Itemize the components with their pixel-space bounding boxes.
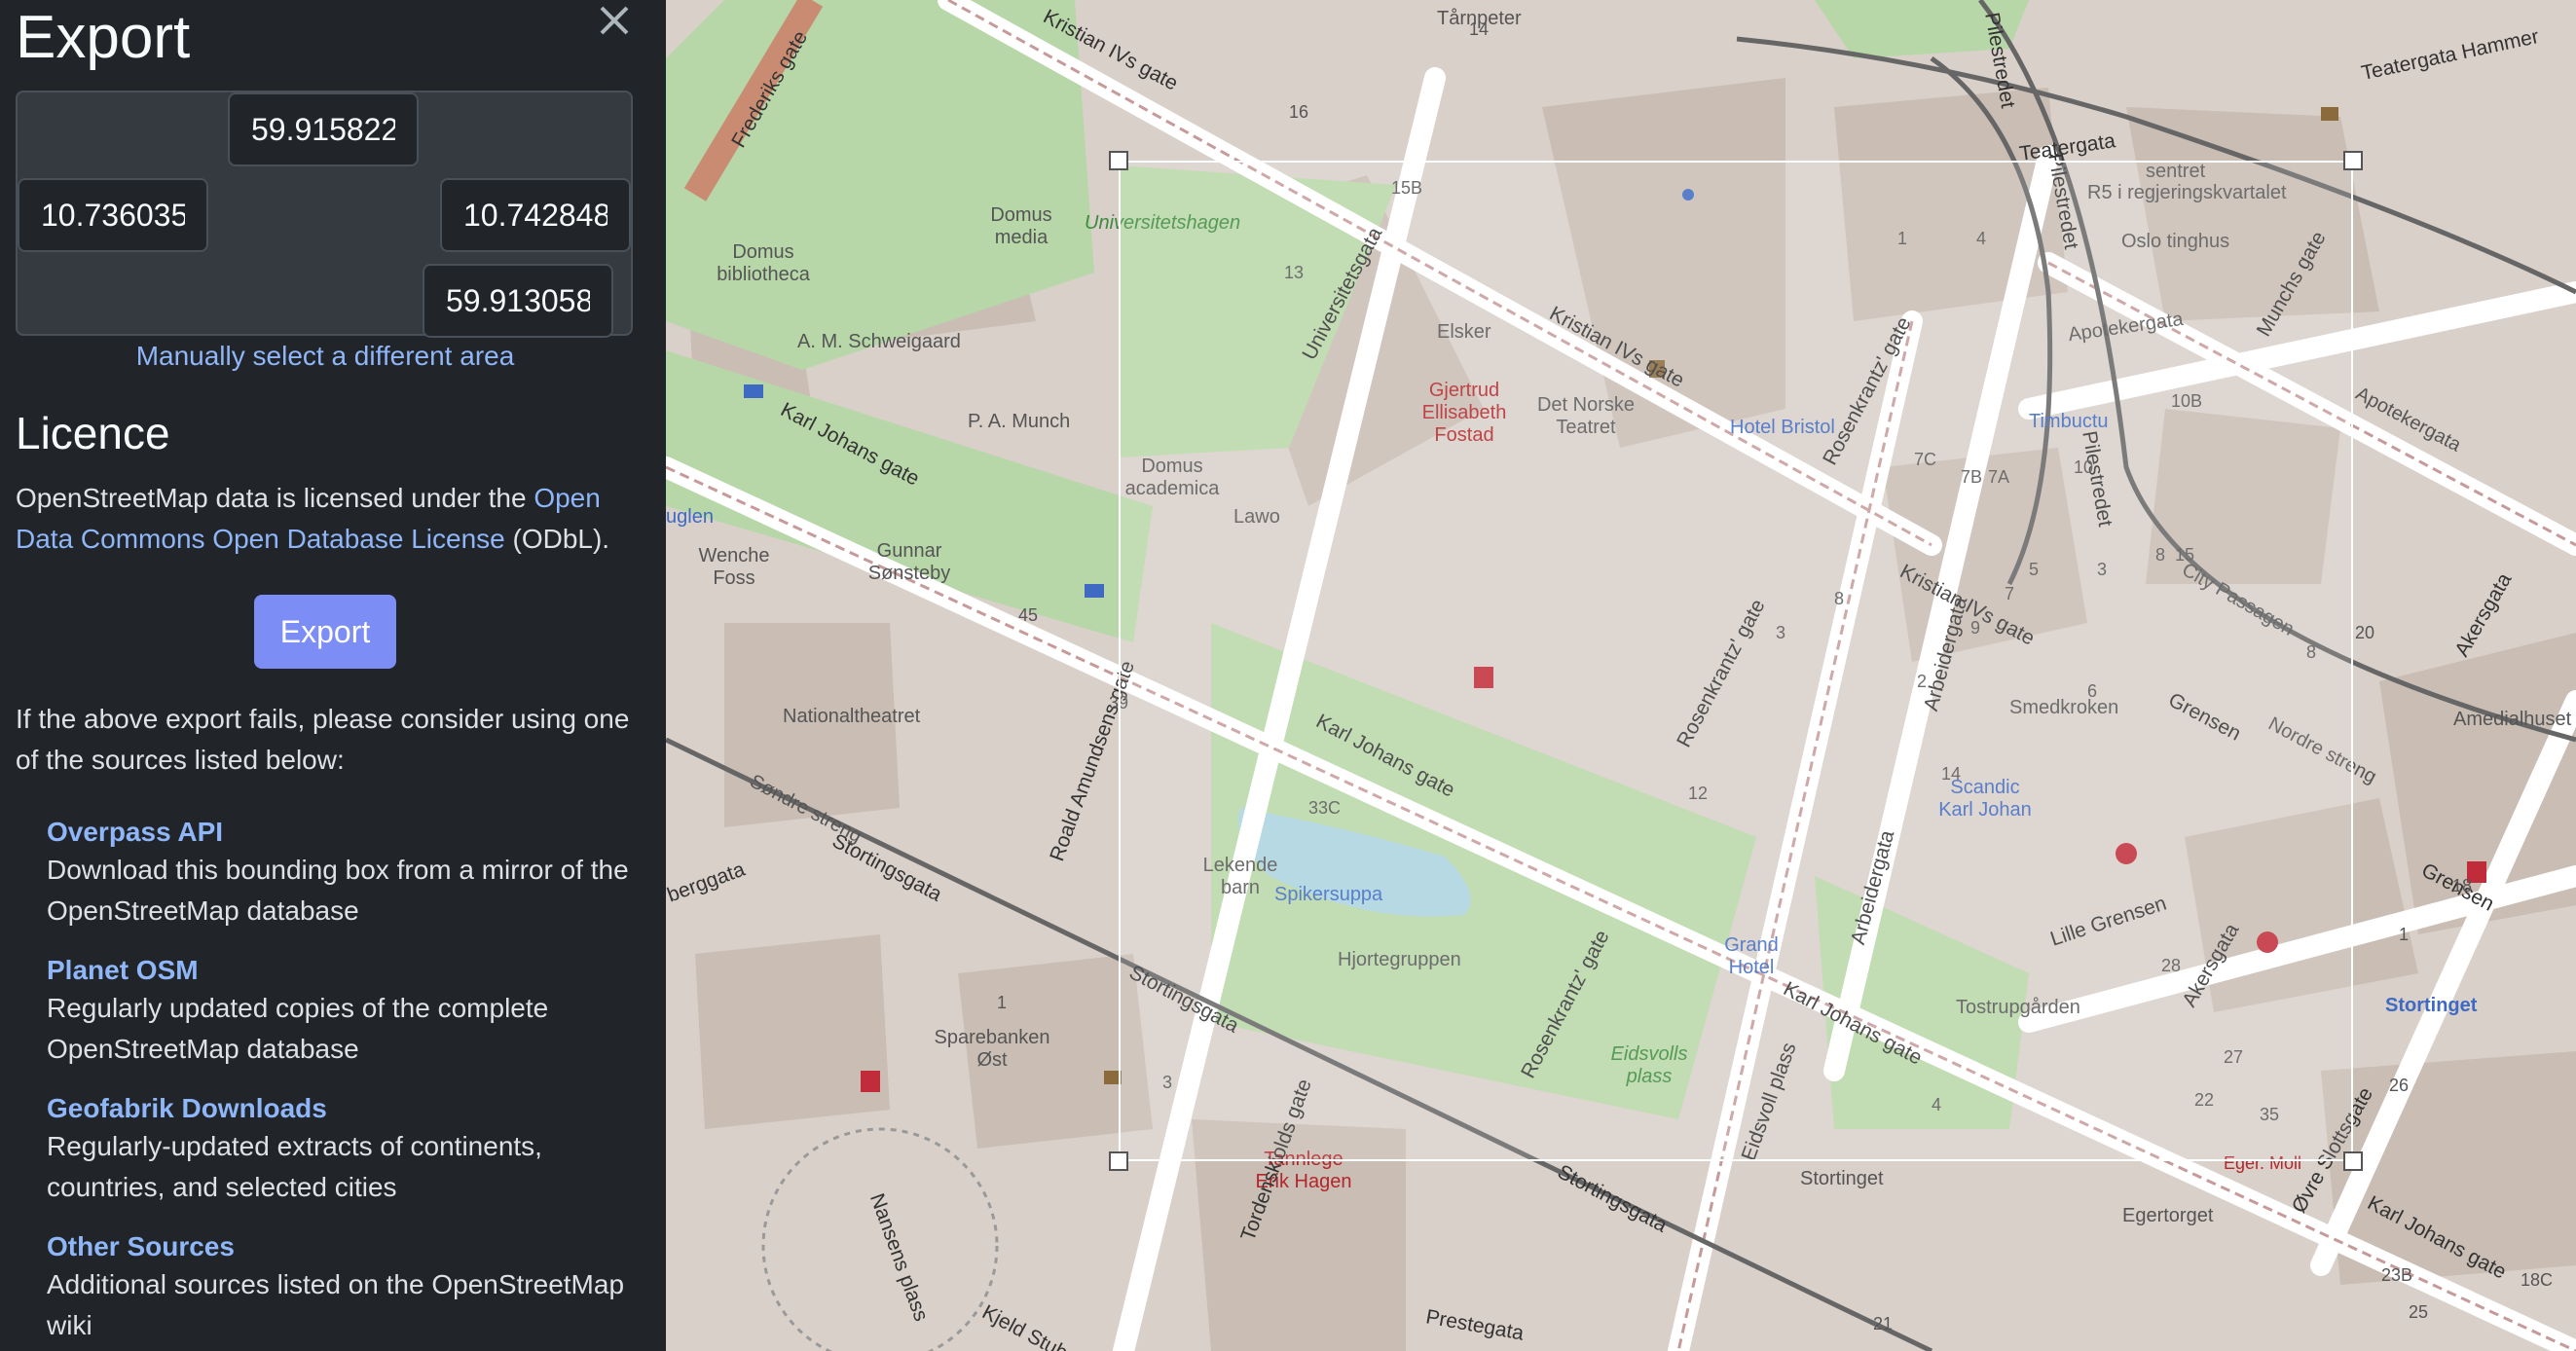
- house-number: 1: [2399, 925, 2410, 944]
- geofabrik-link[interactable]: Geofabrik Downloads: [47, 1091, 631, 1126]
- map-label: Stortinget: [2385, 995, 2478, 1016]
- licence-heading: Licence: [16, 408, 170, 458]
- house-number: 18C: [2521, 1270, 2554, 1290]
- other-sources-link[interactable]: Other Sources: [47, 1229, 631, 1264]
- map-label: A. M. Schweigaard: [797, 331, 961, 352]
- east-lon-input[interactable]: [440, 178, 631, 252]
- house-number: 1: [997, 993, 1008, 1012]
- house-number: 21: [1873, 1314, 1894, 1333]
- close-icon[interactable]: [594, 0, 635, 41]
- south-lat-input[interactable]: [423, 264, 613, 338]
- source-item-overpass: Overpass API Download this bounding box …: [47, 815, 631, 931]
- house-number: 25: [2409, 1302, 2429, 1322]
- source-item-geofabrik: Geofabrik Downloads Regularly-updated ex…: [47, 1091, 631, 1208]
- north-lat-input[interactable]: [228, 92, 419, 166]
- source-description: Regularly-updated extracts of continents…: [47, 1131, 542, 1202]
- bounding-box-panel: [16, 91, 633, 338]
- map-label: Gunnar Sønsteby: [867, 540, 951, 584]
- licence-text-before: OpenStreetMap data is licensed under the: [16, 483, 534, 513]
- manual-select-link[interactable]: Manually select a different area: [0, 341, 650, 372]
- house-number: 26: [2389, 1076, 2410, 1095]
- map-label: Wenche Foss: [698, 545, 770, 589]
- planet-osm-link[interactable]: Planet OSM: [47, 953, 631, 988]
- house-number: 23B: [2381, 1265, 2413, 1285]
- map-label: Nationaltheatret: [783, 706, 921, 727]
- source-description: Regularly updated copies of the complete…: [47, 993, 549, 1064]
- map-label: Amedialhuset: [2453, 709, 2572, 730]
- source-item-planet: Planet OSM Regularly updated copies of t…: [47, 953, 631, 1070]
- selection-handle-top-right[interactable]: [2343, 151, 2363, 170]
- source-description: Additional sources listed on the OpenStr…: [47, 1269, 625, 1340]
- west-lon-input[interactable]: [18, 178, 208, 252]
- map-view[interactable]: Universitetshagen Domus media Domus bibl…: [666, 0, 2576, 1351]
- map-label: uglen: [666, 506, 714, 528]
- map-label: Stortinget: [1800, 1168, 1884, 1189]
- house-number: 18: [2452, 876, 2473, 895]
- export-title: Export: [16, 4, 191, 71]
- overpass-api-link[interactable]: Overpass API: [47, 815, 631, 850]
- map-label: Sparebanken Øst: [934, 1027, 1050, 1071]
- map-label: Domus media: [990, 204, 1052, 248]
- house-number: 16: [1289, 102, 1309, 122]
- export-fail-text: If the above export fails, please consid…: [16, 704, 630, 775]
- selection-handle-bottom-right[interactable]: [2343, 1151, 2363, 1171]
- source-description: Download this bounding box from a mirror…: [47, 855, 629, 926]
- map-label: Egertorget: [2122, 1205, 2214, 1226]
- export-sidebar: Export Manually select a different area …: [0, 0, 666, 1351]
- licence-text: OpenStreetMap data is licensed under the…: [16, 478, 639, 560]
- map-label: Domus bibliotheca: [717, 241, 810, 285]
- export-selection-area[interactable]: [1119, 161, 2353, 1161]
- selection-handle-bottom-left[interactable]: [1109, 1151, 1128, 1171]
- selection-handle-top-left[interactable]: [1109, 151, 1128, 170]
- licence-text-after: (ODbL).: [504, 524, 610, 554]
- house-number: 20: [2355, 623, 2375, 642]
- map-label: P. A. Munch: [968, 411, 1071, 432]
- export-button[interactable]: Export: [254, 595, 396, 669]
- house-number: 45: [1018, 605, 1039, 625]
- house-number: 14: [1469, 19, 1490, 39]
- source-item-other: Other Sources Additional sources listed …: [47, 1229, 631, 1346]
